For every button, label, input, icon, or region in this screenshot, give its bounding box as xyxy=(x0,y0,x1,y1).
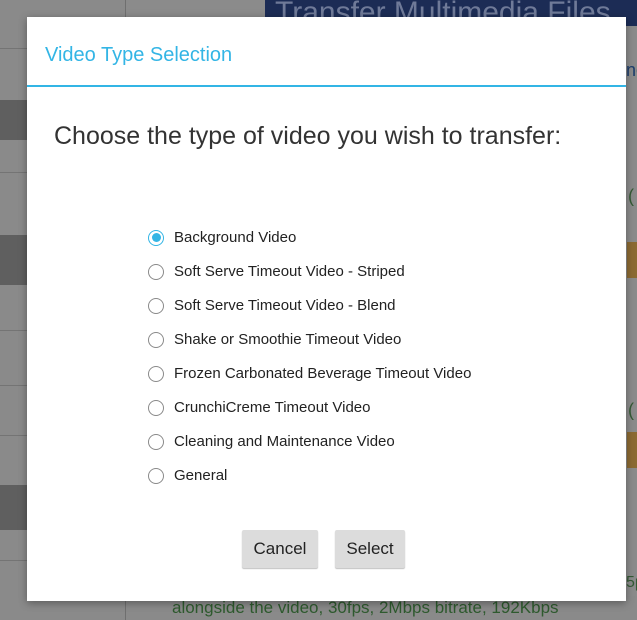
background-peek-text: ( xyxy=(628,186,634,206)
radio-checked-icon[interactable] xyxy=(148,229,164,246)
background-peek-text: ne xyxy=(626,60,637,80)
radio-unchecked-icon[interactable] xyxy=(148,433,164,450)
radio-unchecked-icon[interactable] xyxy=(148,467,164,484)
select-button[interactable]: Select xyxy=(335,530,405,568)
option-label: CrunchiCreme Timeout Video xyxy=(174,399,371,416)
radio-unchecked-icon[interactable] xyxy=(148,399,164,416)
radio-option-general[interactable]: General xyxy=(148,467,227,484)
option-label: Background Video xyxy=(174,229,297,246)
dialog-prompt: Choose the type of video you wish to tra… xyxy=(54,122,562,150)
option-label: General xyxy=(174,467,228,484)
background-peek-text: ( xyxy=(628,400,634,420)
radio-unchecked-icon[interactable] xyxy=(148,365,164,382)
radio-option-frozen-carbonated[interactable]: Frozen Carbonated Beverage Timeout Video xyxy=(148,365,471,382)
option-label: Soft Serve Timeout Video - Striped xyxy=(174,263,405,280)
cancel-button[interactable]: Cancel xyxy=(242,530,318,568)
option-label: Frozen Carbonated Beverage Timeout Video xyxy=(174,365,472,382)
option-label: Cleaning and Maintenance Video xyxy=(174,433,395,450)
radio-option-soft-serve-blend[interactable]: Soft Serve Timeout Video - Blend xyxy=(148,297,396,314)
option-label: Shake or Smoothie Timeout Video xyxy=(174,331,402,348)
background-orange-button xyxy=(627,242,637,278)
video-type-dialog: Video Type Selection Choose the type of … xyxy=(27,17,626,601)
radio-option-crunchicreme[interactable]: CrunchiCreme Timeout Video xyxy=(148,399,370,416)
option-label: Soft Serve Timeout Video - Blend xyxy=(174,297,396,314)
background-orange-button xyxy=(627,432,637,468)
dialog-title: Video Type Selection xyxy=(45,44,233,66)
radio-unchecked-icon[interactable] xyxy=(148,331,164,348)
radio-option-soft-serve-striped[interactable]: Soft Serve Timeout Video - Striped xyxy=(148,263,405,280)
radio-unchecked-icon[interactable] xyxy=(148,297,164,314)
radio-option-background-video[interactable]: Background Video xyxy=(148,229,296,246)
title-divider xyxy=(27,85,626,87)
background-peek-text: 5p xyxy=(626,574,637,591)
radio-unchecked-icon[interactable] xyxy=(148,263,164,280)
radio-option-shake-smoothie[interactable]: Shake or Smoothie Timeout Video xyxy=(148,331,401,348)
radio-option-cleaning-maintenance[interactable]: Cleaning and Maintenance Video xyxy=(148,433,395,450)
